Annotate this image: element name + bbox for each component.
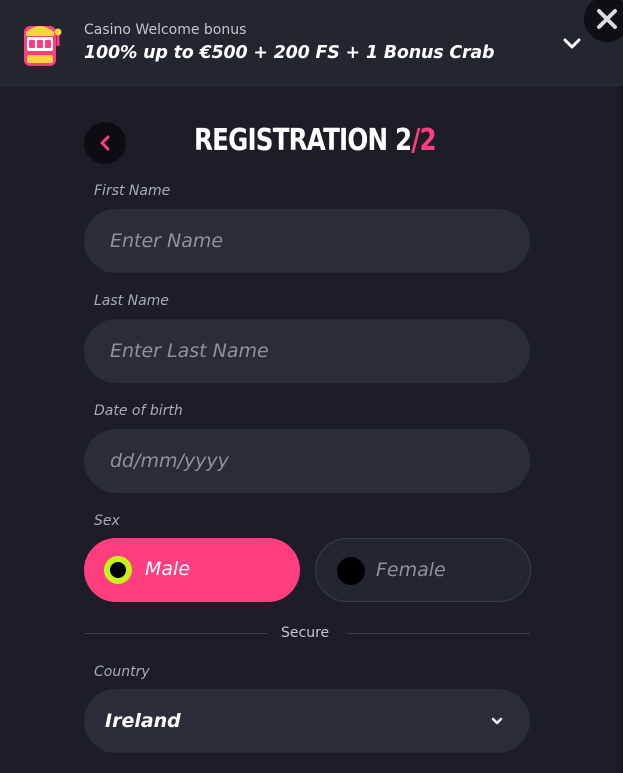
step-total: 2 [419, 123, 436, 158]
divider-right [347, 633, 530, 634]
country-value: Ireland [105, 710, 181, 732]
last-name-input[interactable] [84, 319, 530, 383]
sex-label: Sex [94, 513, 120, 529]
registration-page: Casino Welcome bonus 100% up to €500 + 2… [0, 0, 623, 773]
chevron-down-icon[interactable] [560, 32, 584, 56]
sex-option-label: Male [145, 558, 191, 580]
divider-left [84, 633, 268, 634]
date-of-birth-input[interactable] [84, 429, 530, 493]
date-of-birth-label: Date of birth [94, 403, 183, 419]
last-name-label: Last Name [94, 293, 169, 309]
sex-option-label: Female [376, 559, 446, 581]
country-select[interactable]: Ireland [84, 689, 530, 753]
radio-selected [104, 556, 132, 584]
sex-option-female[interactable]: Female [315, 538, 531, 602]
page-title-text: REGISTRATION [194, 123, 388, 158]
chevron-down-icon [491, 717, 503, 725]
bonus-banner[interactable]: Casino Welcome bonus 100% up to €500 + 2… [0, 0, 623, 86]
chevron-left-icon [100, 135, 110, 151]
close-icon [597, 9, 617, 29]
country-label: Country [94, 664, 150, 680]
step-separator: / [411, 123, 420, 158]
page-title: REGISTRATION 2/2 [194, 121, 437, 161]
slot-machine-icon [24, 26, 62, 66]
back-button[interactable] [84, 122, 126, 164]
first-name-input[interactable] [84, 209, 530, 273]
divider-label: Secure [281, 625, 330, 641]
bonus-subtitle: Casino Welcome bonus [84, 22, 247, 38]
step-current: 2 [395, 123, 412, 158]
bonus-title: 100% up to €500 + 200 FS + 1 Bonus Crab [84, 43, 495, 63]
sex-option-male[interactable]: Male [84, 538, 300, 602]
first-name-label: First Name [94, 183, 171, 199]
radio-unselected [337, 557, 365, 585]
